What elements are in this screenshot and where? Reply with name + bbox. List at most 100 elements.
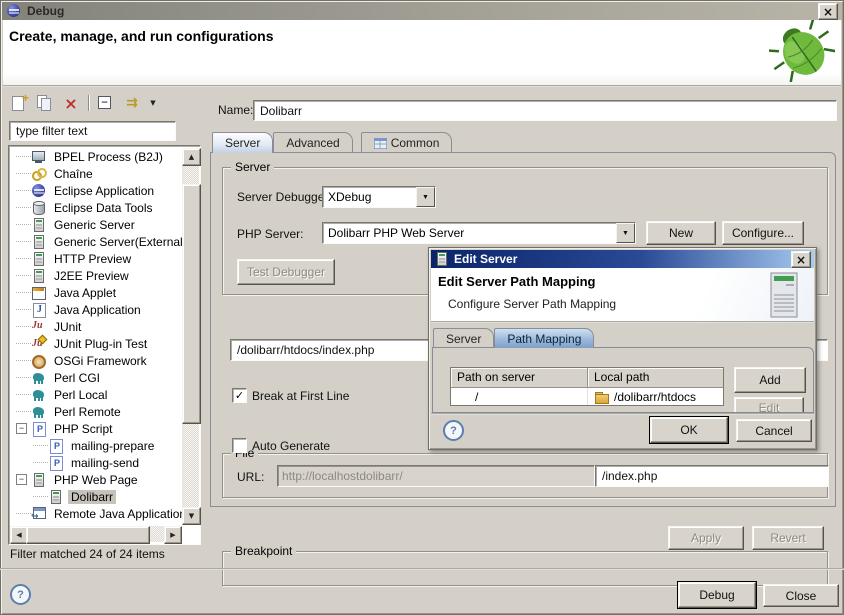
- server-icon: [31, 217, 47, 233]
- tree-item-label: PHP Script: [51, 422, 115, 436]
- tree-item-label: Chaîne: [51, 167, 96, 181]
- break-first-line-checkbox[interactable]: ✓: [232, 388, 247, 403]
- ok-button[interactable]: OK: [650, 417, 728, 443]
- tree-expander-minus-icon[interactable]: −: [16, 423, 27, 434]
- server-icon: [31, 251, 47, 267]
- tree-item-eclipse-application[interactable]: Eclipse Application: [10, 182, 182, 199]
- server-tower-image: [770, 272, 800, 318]
- configurations-toolbar: × ⇉ ▼: [8, 92, 159, 114]
- osgi-icon: [31, 353, 47, 369]
- tree-item-osgi-framework[interactable]: OSGi Framework: [10, 352, 182, 369]
- apply-button[interactable]: Apply: [668, 526, 744, 550]
- filter-icon[interactable]: ⇉: [121, 93, 143, 113]
- name-input[interactable]: [258, 103, 832, 119]
- duplicate-config-icon[interactable]: [34, 93, 56, 113]
- column-local-path[interactable]: Local path: [588, 368, 723, 388]
- tree-item-php-web-page[interactable]: −PHP Web Page: [10, 471, 182, 488]
- tree-item-java-applet[interactable]: Java Applet: [10, 284, 182, 301]
- tree-item-j2ee-preview[interactable]: J2EE Preview: [10, 267, 182, 284]
- tree-hscrollbar-thumb[interactable]: [26, 526, 150, 544]
- php-server-combo[interactable]: Dolibarr PHP Web Server ▼: [322, 222, 636, 244]
- delete-config-icon[interactable]: ×: [60, 93, 82, 113]
- tree-item-cha-ne[interactable]: Chaîne: [10, 165, 182, 182]
- edit-server-titlebar[interactable]: Edit Server ×: [431, 250, 814, 268]
- tree-expander-minus-icon[interactable]: −: [16, 474, 27, 485]
- edit-server-heading: Edit Server Path Mapping: [438, 274, 595, 289]
- edit-server-help-icon[interactable]: ?: [443, 420, 464, 441]
- new-config-icon[interactable]: [8, 93, 30, 113]
- collapse-all-icon[interactable]: [95, 93, 117, 113]
- help-icon[interactable]: ?: [10, 584, 31, 605]
- scroll-right-arrow-icon[interactable]: ▶: [164, 526, 182, 544]
- window-close-button[interactable]: ×: [818, 3, 838, 20]
- tree-item-junit-plug-in-test[interactable]: JUnit Plug-in Test: [10, 335, 182, 352]
- php-icon: [48, 455, 64, 471]
- tree-item-label: Eclipse Application: [51, 184, 157, 198]
- tab-advanced[interactable]: Advanced: [273, 132, 352, 153]
- debug-button[interactable]: Debug: [678, 582, 756, 608]
- tree-item-eclipse-data-tools[interactable]: Eclipse Data Tools: [10, 199, 182, 216]
- tree-guide-line: [16, 224, 31, 226]
- tree-guide-line: [16, 258, 31, 260]
- scroll-up-arrow-icon[interactable]: ▲: [182, 148, 201, 166]
- tree-item-dolibarr[interactable]: Dolibarr: [10, 488, 182, 505]
- filter-input[interactable]: [14, 123, 171, 139]
- close-button[interactable]: Close: [763, 584, 839, 607]
- tab-dialog-server[interactable]: Server: [433, 328, 494, 348]
- tree-item-bpel-process-b2j[interactable]: BPEL Process (B2J): [10, 148, 182, 165]
- bpel-icon: [31, 149, 47, 165]
- chevron-down-icon[interactable]: ▼: [616, 223, 635, 243]
- url-path-input[interactable]: [600, 468, 824, 484]
- window-titlebar[interactable]: Debug ×: [2, 2, 842, 20]
- tree-scrollbar-thumb[interactable]: [182, 184, 201, 424]
- url-base-field: http://localhostdolibarr/: [277, 465, 595, 487]
- tree-item-junit[interactable]: JUnit: [10, 318, 182, 335]
- tree-item-perl-local[interactable]: Perl Local: [10, 386, 182, 403]
- tree-item-perl-remote[interactable]: Perl Remote: [10, 403, 182, 420]
- tree-item-perl-cgi[interactable]: Perl CGI: [10, 369, 182, 386]
- auto-generate-checkbox[interactable]: [232, 438, 247, 453]
- tree-guide-line: [16, 156, 31, 158]
- tree-item-php-script[interactable]: − PHP Script: [10, 420, 182, 437]
- tree-item-label: BPEL Process (B2J): [51, 150, 166, 164]
- url-path-field-wrap: [595, 465, 829, 487]
- filter-dropdown-arrow-icon[interactable]: ▼: [147, 93, 159, 113]
- window-title: Debug: [27, 4, 64, 18]
- tree-item-remote-java-application[interactable]: Remote Java Application: [10, 505, 182, 522]
- tree-item-java-application[interactable]: Java Application: [10, 301, 182, 318]
- chevron-down-icon[interactable]: ▼: [416, 187, 435, 207]
- server-debugger-combo[interactable]: XDebug ▼: [322, 186, 436, 208]
- new-server-button[interactable]: New: [646, 221, 716, 245]
- tree-item-mailing-send[interactable]: mailing-send: [10, 454, 182, 471]
- tab-common[interactable]: Common: [361, 132, 453, 153]
- add-mapping-button[interactable]: Add: [734, 367, 806, 393]
- configure-server-button[interactable]: Configure...: [722, 221, 804, 245]
- remote-java-icon: [31, 506, 47, 522]
- edit-mapping-button[interactable]: Edit: [734, 397, 804, 413]
- php-icon: [31, 421, 47, 437]
- tree-item-http-preview[interactable]: HTTP Preview: [10, 250, 182, 267]
- server-icon: [31, 268, 47, 284]
- test-debugger-button[interactable]: Test Debugger: [237, 259, 335, 285]
- revert-button[interactable]: Revert: [752, 526, 824, 550]
- tab-path-mapping[interactable]: Path Mapping: [494, 328, 594, 348]
- tree-item-generic-server[interactable]: Generic Server: [10, 216, 182, 233]
- tab-server[interactable]: Server: [212, 132, 273, 153]
- tree-item-label: mailing-send: [68, 456, 142, 470]
- scroll-down-arrow-icon[interactable]: ▼: [182, 507, 201, 525]
- tree-guide-line: [16, 309, 31, 311]
- tree-guide-line: [16, 411, 31, 413]
- page-title: Create, manage, and run configurations: [9, 28, 274, 44]
- tree-item-generic-server-external-la[interactable]: Generic Server(External La: [10, 233, 182, 250]
- tree-item-mailing-prepare[interactable]: mailing-prepare: [10, 437, 182, 454]
- tree-horizontal-scrollbar[interactable]: ◀ ▶: [10, 526, 182, 542]
- server-group-label: Server: [231, 160, 274, 174]
- path-mapping-row[interactable]: //dolibarr/htdocs: [451, 388, 723, 405]
- column-path-on-server[interactable]: Path on server: [451, 368, 588, 388]
- tree-item-label: Perl CGI: [51, 371, 103, 385]
- cancel-button[interactable]: Cancel: [736, 419, 812, 442]
- tree-guide-line: [33, 462, 48, 464]
- edit-server-close-button[interactable]: ×: [791, 251, 811, 268]
- config-tree: BPEL Process (B2J) Chaîne Eclipse Applicat…: [10, 148, 182, 525]
- tree-vertical-scrollbar[interactable]: ▲ ▼: [182, 148, 199, 525]
